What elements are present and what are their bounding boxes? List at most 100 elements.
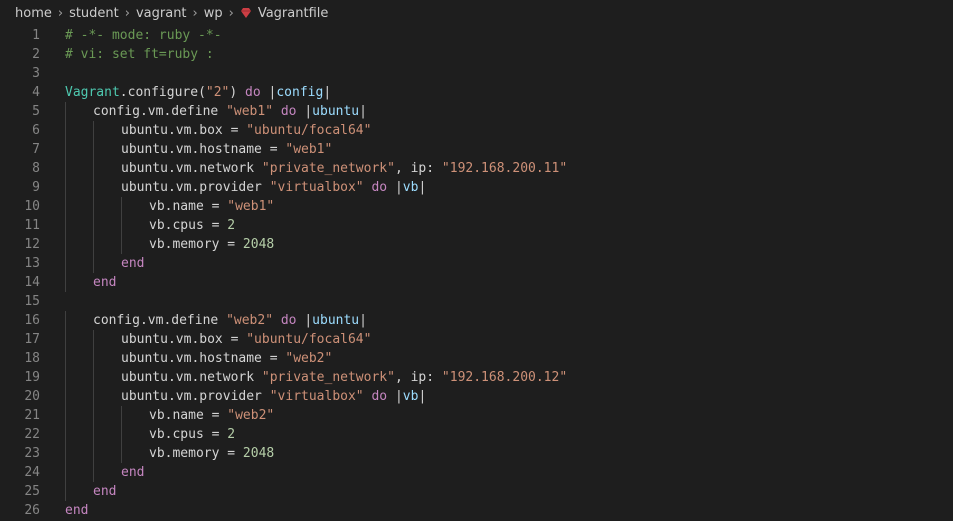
- line-number: 7: [32, 142, 40, 157]
- code-line[interactable]: 3: [0, 64, 953, 83]
- indent-guide: [93, 406, 94, 425]
- line-number: 17: [24, 332, 40, 347]
- code-token: # vi: set ft=ruby :: [65, 47, 214, 62]
- code-text: end: [121, 463, 144, 482]
- line-number: 14: [24, 275, 40, 290]
- code-token: end: [65, 503, 89, 518]
- chevron-right-icon: ›: [124, 5, 130, 21]
- line-number: 18: [24, 351, 40, 366]
- code-line[interactable]: 6 ubuntu.vm.box = "ubuntu/focal64": [0, 121, 953, 140]
- code-token: ubuntu.vm.network: [121, 161, 262, 176]
- line-number: 5: [32, 104, 40, 119]
- indent-guide: [93, 444, 94, 463]
- code-line[interactable]: 4 Vagrant.configure("2") do |config|: [0, 83, 953, 102]
- code-token: config.vm.define: [93, 104, 227, 119]
- code-line[interactable]: 11 vb.cpus = 2: [0, 216, 953, 235]
- breadcrumb-item-student[interactable]: student: [69, 6, 119, 21]
- code-line[interactable]: 16 config.vm.define "web2" do |ubuntu|: [0, 311, 953, 330]
- indent-guide: [65, 406, 66, 425]
- breadcrumb-item-vagrant[interactable]: vagrant: [136, 6, 187, 21]
- line-number: 11: [24, 218, 40, 233]
- line-number: 3: [32, 66, 40, 81]
- code-token: "web1": [227, 199, 275, 214]
- code-line[interactable]: 19 ubuntu.vm.network "private_network", i…: [0, 368, 953, 387]
- code-token: vb.cpus =: [149, 427, 228, 442]
- line-number: 10: [24, 199, 40, 214]
- indent-guide: [65, 140, 66, 159]
- indent-guide: [65, 273, 66, 292]
- code-token: # -*- mode: ruby -*-: [65, 28, 222, 43]
- code-token: end: [93, 275, 117, 290]
- breadcrumb-item-file[interactable]: Vagrantfile: [258, 6, 329, 21]
- code-token: "private_network": [261, 370, 395, 385]
- indent-guide: [121, 235, 122, 254]
- code-text: vb.name = "web1": [149, 197, 274, 216]
- code-token: |: [387, 389, 403, 404]
- code-line[interactable]: 18 ubuntu.vm.hostname = "web2": [0, 349, 953, 368]
- breadcrumb-item-home[interactable]: home: [15, 6, 52, 21]
- code-line[interactable]: 9 ubuntu.vm.provider "virtualbox" do |vb|: [0, 178, 953, 197]
- indent-guide: [65, 330, 66, 349]
- line-number: 16: [24, 313, 40, 328]
- indent-guide: [65, 368, 66, 387]
- code-line[interactable]: 8 ubuntu.vm.network "private_network", ip…: [0, 159, 953, 178]
- indent-guide: [93, 197, 94, 216]
- code-text: # -*- mode: ruby -*-: [65, 26, 222, 45]
- code-token: end: [121, 465, 145, 480]
- code-token: "ubuntu/focal64": [246, 123, 372, 138]
- indent-guide: [121, 197, 122, 216]
- code-token: vb.name =: [149, 199, 228, 214]
- indent-guide: [93, 178, 94, 197]
- code-token: 2: [227, 218, 236, 233]
- indent-guide: [65, 254, 66, 273]
- code-token: |: [387, 180, 403, 195]
- code-line[interactable]: 12 vb.memory = 2048: [0, 235, 953, 254]
- code-line[interactable]: 23 vb.memory = 2048: [0, 444, 953, 463]
- code-token: |: [323, 85, 332, 100]
- code-line[interactable]: 15: [0, 292, 953, 311]
- code-token: end: [93, 484, 117, 499]
- code-token: |: [418, 180, 427, 195]
- indent-guide: [93, 140, 94, 159]
- code-text: vb.memory = 2048: [149, 235, 274, 254]
- code-line[interactable]: 14 end: [0, 273, 953, 292]
- code-line[interactable]: 17 ubuntu.vm.box = "ubuntu/focal64": [0, 330, 953, 349]
- code-text: vb.memory = 2048: [149, 444, 274, 463]
- code-token: "192.168.200.12": [441, 370, 568, 385]
- code-token: ubuntu: [312, 104, 360, 119]
- code-token: ubuntu.vm.provider: [121, 389, 270, 404]
- code-line[interactable]: 10 vb.name = "web1": [0, 197, 953, 216]
- code-token: vb.name =: [149, 408, 228, 423]
- code-line[interactable]: 26 end: [0, 501, 953, 520]
- code-line[interactable]: 1 # -*- mode: ruby -*-: [0, 26, 953, 45]
- code-text: Vagrant.configure("2") do |config|: [65, 83, 331, 102]
- line-number: 8: [32, 161, 40, 176]
- code-line[interactable]: 24 end: [0, 463, 953, 482]
- code-editor[interactable]: home › student › vagrant › wp › Vagrantf…: [0, 0, 953, 521]
- line-number: 1: [32, 28, 40, 43]
- code-token: "private_network": [261, 161, 395, 176]
- code-text: ubuntu.vm.provider "virtualbox" do |vb|: [121, 387, 426, 406]
- code-text: ubuntu.vm.provider "virtualbox" do |vb|: [121, 178, 426, 197]
- code-token: do: [245, 85, 261, 100]
- code-line[interactable]: 5 config.vm.define "web1" do |ubuntu|: [0, 102, 953, 121]
- code-line[interactable]: 21 vb.name = "web2": [0, 406, 953, 425]
- code-text: ubuntu.vm.hostname = "web1": [121, 140, 332, 159]
- breadcrumb-item-wp[interactable]: wp: [204, 6, 223, 21]
- indent-guide: [121, 444, 122, 463]
- code-line[interactable]: 2 # vi: set ft=ruby :: [0, 45, 953, 64]
- code-token: |: [359, 313, 367, 328]
- code-line[interactable]: 20 ubuntu.vm.provider "virtualbox" do |vb…: [0, 387, 953, 406]
- code-token: 2048: [242, 237, 275, 252]
- code-line[interactable]: 13 end: [0, 254, 953, 273]
- line-number: 6: [32, 123, 40, 138]
- code-line[interactable]: 25 end: [0, 482, 953, 501]
- code-token: |: [359, 104, 367, 119]
- code-text: end: [93, 482, 116, 501]
- code-text: ubuntu.vm.network "private_network", ip:…: [121, 368, 567, 387]
- code-line[interactable]: 22 vb.cpus = 2: [0, 425, 953, 444]
- code-line[interactable]: 7 ubuntu.vm.hostname = "web1": [0, 140, 953, 159]
- code-token: |: [418, 389, 427, 404]
- code-token: ): [229, 85, 246, 100]
